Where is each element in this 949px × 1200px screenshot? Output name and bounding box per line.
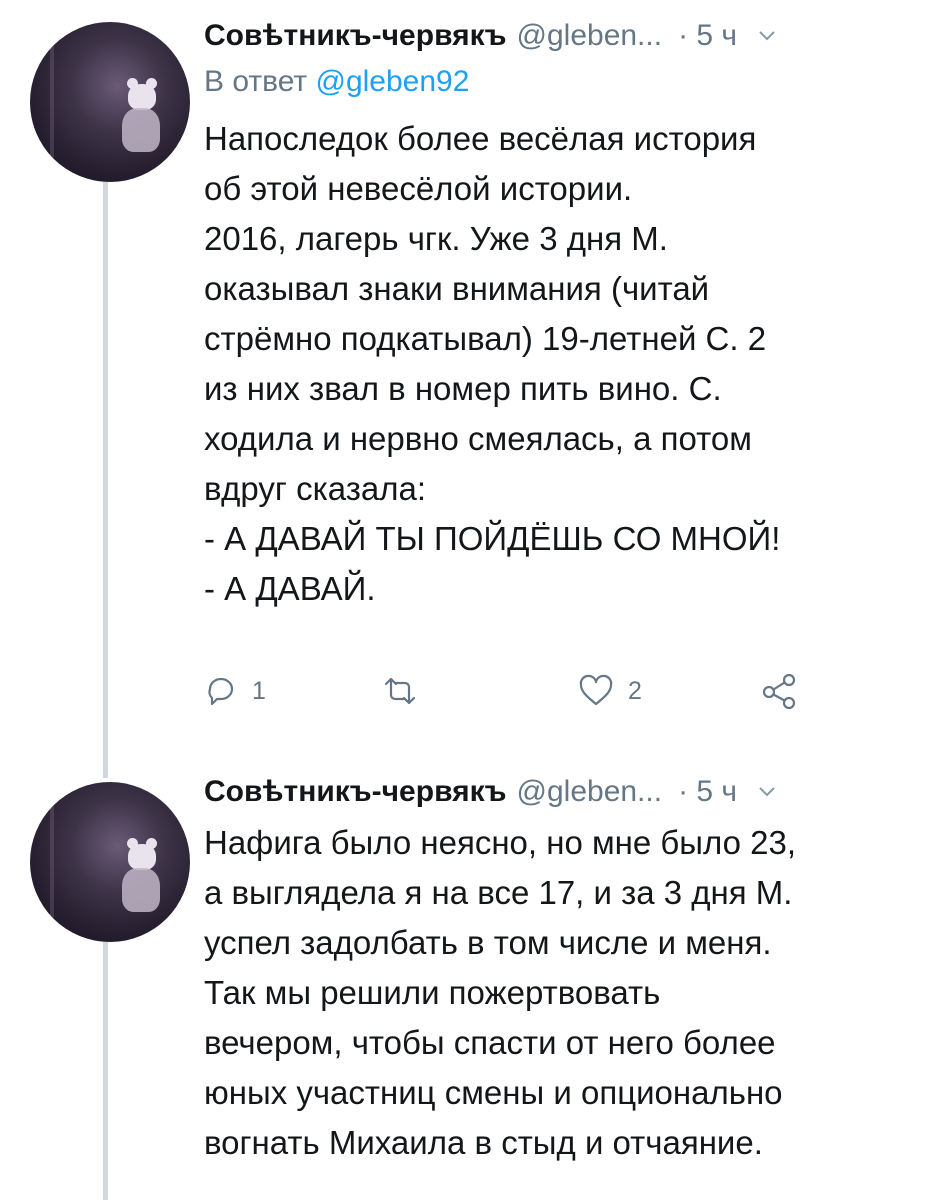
tweet-header: Совѣтникъ-червякъ @gleben... · 5 ч bbox=[204, 772, 929, 812]
tweet-header: Совѣтникъ-червякъ @gleben... · 5 ч bbox=[204, 16, 929, 56]
tweet[interactable]: Совѣтникъ-червякъ @gleben... · 5 ч Нафиг… bbox=[0, 760, 949, 1200]
reply-mention-link[interactable]: @gleben92 bbox=[315, 65, 469, 98]
like-button[interactable]: 2 bbox=[578, 674, 642, 708]
avatar[interactable] bbox=[30, 782, 190, 942]
timestamp[interactable]: · 5 ч bbox=[678, 772, 737, 812]
reply-count: 1 bbox=[252, 676, 266, 705]
reply-button[interactable]: 1 bbox=[204, 674, 266, 708]
share-button[interactable] bbox=[760, 672, 800, 710]
like-icon bbox=[579, 674, 613, 706]
reply-prefix: В ответ bbox=[204, 65, 308, 98]
retweet-button[interactable] bbox=[380, 674, 420, 708]
author-name[interactable]: Совѣтникъ-червякъ bbox=[204, 772, 507, 812]
chevron-down-icon[interactable] bbox=[757, 782, 777, 802]
tweet-text: Напоследок более весёлая история об этой… bbox=[204, 120, 781, 607]
tweet[interactable]: Совѣтникъ-червякъ @gleben... · 5 ч В отв… bbox=[0, 0, 949, 760]
reply-to-line: В ответ @gleben92 bbox=[204, 62, 929, 102]
like-count: 2 bbox=[628, 676, 642, 705]
timestamp[interactable]: · 5 ч bbox=[678, 16, 737, 56]
chevron-down-icon[interactable] bbox=[757, 26, 777, 46]
author-handle[interactable]: @gleben... bbox=[517, 16, 663, 56]
author-handle[interactable]: @gleben... bbox=[517, 772, 663, 812]
author-name[interactable]: Совѣтникъ-червякъ bbox=[204, 16, 507, 56]
avatar[interactable] bbox=[30, 22, 190, 182]
tweet-text: Нафига было неясно, но мне было 23, а вы… bbox=[204, 824, 797, 1161]
retweet-icon bbox=[384, 677, 416, 705]
share-icon bbox=[762, 673, 796, 710]
reply-icon bbox=[208, 677, 234, 706]
